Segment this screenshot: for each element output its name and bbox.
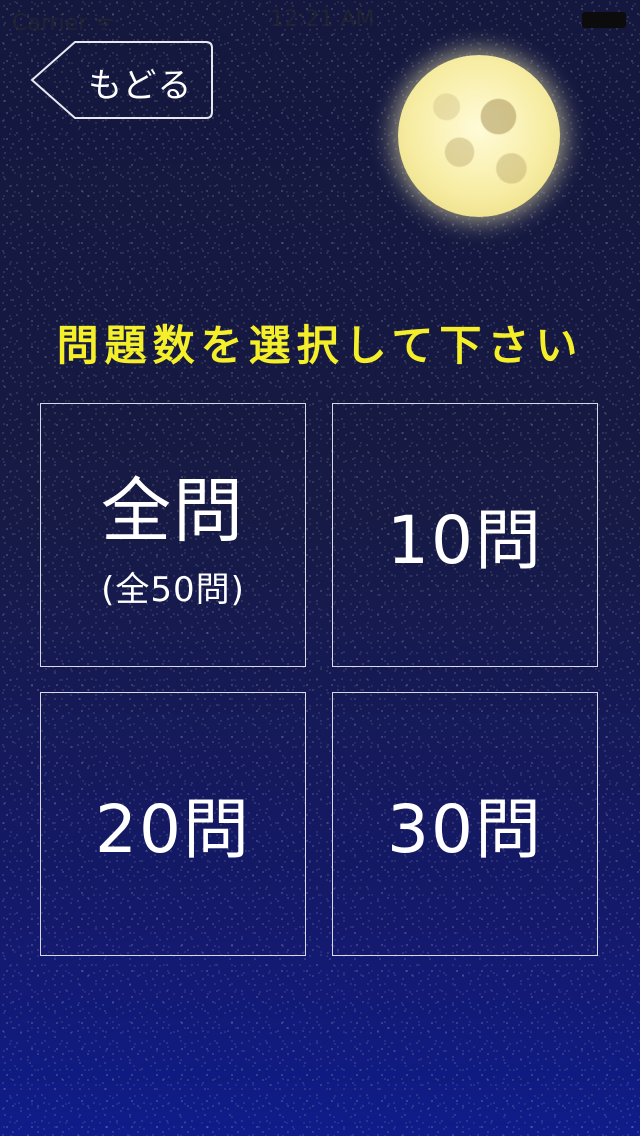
back-button-label: もどる xyxy=(88,66,193,106)
option-20-questions[interactable]: 20問 xyxy=(40,692,306,956)
battery-icon xyxy=(582,12,626,28)
option-all-questions[interactable]: 全問 (全50問) xyxy=(40,403,306,667)
page-title: 問題数を選択して下さい xyxy=(56,321,584,370)
option-label: 20問 xyxy=(95,791,251,868)
option-label: 30問 xyxy=(387,791,543,868)
option-label: 10問 xyxy=(387,502,543,579)
option-30-questions[interactable]: 30問 xyxy=(332,692,598,956)
status-carrier: Carrier ᯤ xyxy=(12,11,115,36)
option-10-questions[interactable]: 10問 xyxy=(332,403,598,667)
option-label: 全問 xyxy=(101,470,245,552)
back-button[interactable]: もどる xyxy=(30,40,214,120)
status-bar: Carrier ᯤ 12:21 AM xyxy=(0,0,640,40)
status-time: 12:21 AM xyxy=(270,7,375,32)
moon-image xyxy=(398,55,560,217)
option-sublabel: (全50問) xyxy=(101,570,245,610)
